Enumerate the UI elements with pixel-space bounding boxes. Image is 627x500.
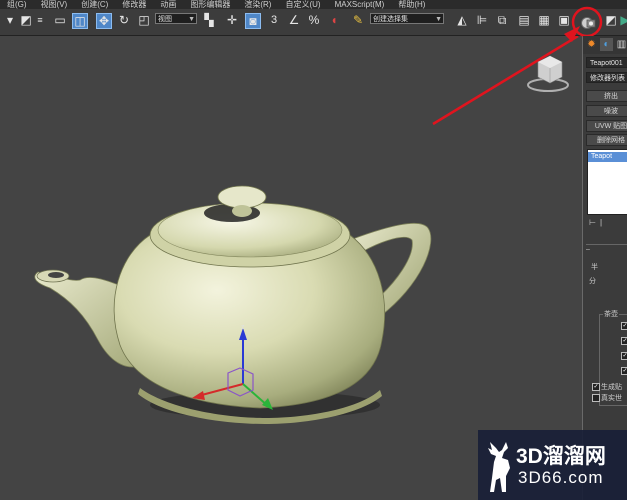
menu-modifiers[interactable]: 修改器 — [115, 0, 153, 9]
keyboard-shortcut-icon[interactable]: ◙ — [245, 13, 261, 29]
command-panel-tabs: ✹ ◐ ▥ — [583, 36, 627, 54]
real-world-checkbox[interactable] — [592, 394, 600, 402]
select-scale-icon[interactable]: ◰ — [136, 12, 152, 28]
teapot-knob — [217, 185, 267, 209]
delete-mesh-button[interactable]: 删除网格 — [586, 134, 627, 146]
part-checkbox-2[interactable]: ✓ — [621, 337, 627, 345]
pin-stack-icon[interactable]: ⊢ — [589, 218, 596, 228]
radius-label: 半 — [591, 264, 598, 271]
uvw-map-button[interactable]: UVW 贴图 — [586, 120, 627, 132]
stack-item-teapot[interactable]: Teapot — [588, 152, 627, 162]
part-checkbox-4[interactable]: ✓ — [621, 367, 627, 375]
menu-rendering[interactable]: 渲染(R) — [237, 0, 278, 9]
rect-selection-icon[interactable]: ▭ — [52, 12, 68, 28]
menu-create[interactable]: 创建(C) — [74, 0, 115, 9]
modify-tab-icon[interactable]: ◐ — [600, 38, 613, 51]
menu-maxscript[interactable]: MAXScript(M) — [328, 0, 392, 9]
menu-bar: 组(G) 视图(V) 创建(C) 修改器 动画 图形编辑器 渲染(R) 自定义(… — [0, 0, 627, 9]
select-by-name-icon[interactable]: ≡ — [32, 12, 48, 28]
gen-mapping-label: 生成贴 — [601, 384, 622, 391]
layer-manager-icon[interactable]: ⧉ — [494, 12, 510, 28]
part-checkbox-3[interactable]: ✓ — [621, 352, 627, 360]
render-production-icon[interactable]: ▶ — [617, 12, 627, 28]
watermark-logo-text: 3D溜溜网 — [516, 445, 606, 468]
select-manipulate-icon[interactable]: ✛ — [224, 12, 240, 28]
hierarchy-tab-icon[interactable]: ▥ — [615, 38, 627, 51]
named-selection-dropdown[interactable]: 创建选择集 ▼ — [370, 13, 444, 24]
menu-animation[interactable]: 动画 — [153, 0, 183, 9]
gen-mapping-checkbox[interactable]: ✓ — [592, 383, 600, 391]
create-tab-icon[interactable]: ✹ — [585, 38, 598, 51]
segments-label: 分 — [589, 278, 596, 285]
menu-help[interactable]: 帮助(H) — [391, 0, 432, 9]
menu-group[interactable]: 组(G) — [0, 0, 34, 9]
angle-snap-icon[interactable]: ∠ — [286, 12, 302, 28]
part-checkbox-1[interactable]: ✓ — [621, 322, 627, 330]
teapot-parts-label: 茶壶 — [603, 309, 619, 319]
menu-view[interactable]: 视图(V) — [34, 0, 75, 9]
deer-logo-icon — [488, 442, 510, 492]
gizmo-z-label: z — [241, 324, 245, 331]
extrude-button[interactable]: 挤出 — [586, 90, 627, 102]
parameters-rollout[interactable]: – — [586, 244, 627, 255]
object-name-field[interactable]: Teapot001 — [586, 57, 627, 68]
stack-controls: ⊢ | — [589, 218, 627, 228]
real-world-label: 真实世 — [601, 395, 622, 402]
select-move-icon[interactable]: ✥ — [96, 13, 112, 29]
modifier-stack-list[interactable]: Teapot — [587, 149, 627, 215]
watermark-url-text: 3D66.com — [518, 468, 604, 487]
reference-coord-dropdown[interactable]: 视图 ▼ — [155, 13, 197, 24]
percent-snap-icon[interactable]: % — [306, 12, 322, 28]
show-end-result-icon[interactable]: | — [600, 218, 602, 228]
mirror-icon[interactable]: ◭ — [454, 12, 470, 28]
select-filter-icon[interactable]: ▾ — [2, 12, 18, 28]
curve-editor-icon[interactable]: ▤ — [516, 12, 532, 28]
modifier-list-dropdown[interactable]: 修改器列表 — [586, 72, 627, 83]
schematic-view-icon[interactable]: ▦ — [536, 12, 552, 28]
watermark: 3D溜溜网 3D66.com — [478, 430, 627, 500]
menu-graph-editors[interactable]: 图形编辑器 — [183, 0, 237, 9]
menu-customize[interactable]: 自定义(U) — [278, 0, 327, 9]
window-crossing-icon[interactable]: ◫ — [72, 13, 88, 29]
select-rotate-icon[interactable]: ↻ — [116, 12, 132, 28]
noise-button[interactable]: 噪波 — [586, 105, 627, 117]
use-pivot-icon[interactable]: ▚ — [201, 12, 217, 28]
spinner-snap-icon[interactable]: ◖ — [326, 12, 342, 28]
main-toolbar: ▾ ◩ ≡ ▭ ◫ ✥ ↻ ◰ 视图 ▼ ▚ ✛ ◙ 3 ∠ % ◖ ✎ 创建选择… — [0, 9, 627, 36]
annotation-arrowhead — [564, 26, 580, 42]
snaps-toggle-icon[interactable]: 3 — [266, 12, 282, 28]
edit-named-selection-icon[interactable]: ✎ — [350, 12, 366, 28]
align-icon[interactable]: ⊫ — [474, 12, 490, 28]
